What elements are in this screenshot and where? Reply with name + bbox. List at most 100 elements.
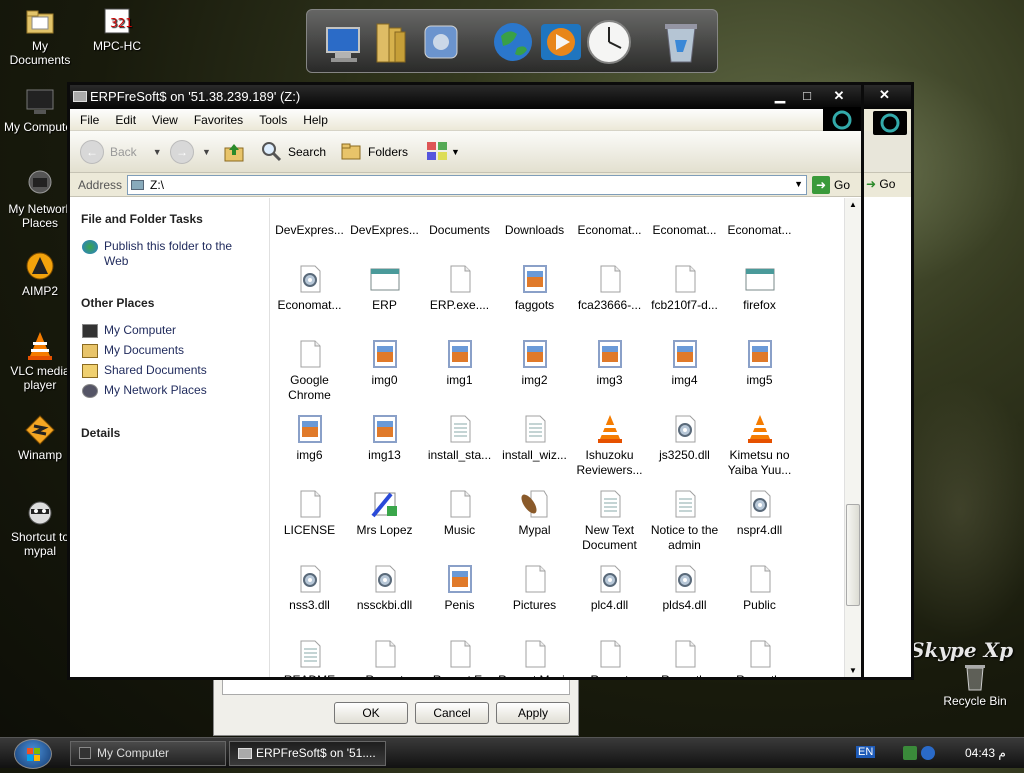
title-bar[interactable]: ERPFreSoft$ on '51.38.239.189' (Z:) ▁ □ … [70, 85, 861, 109]
back-button[interactable]: ← Back ▼ [80, 139, 162, 165]
explorer-window[interactable]: ERPFreSoft$ on '51.38.239.189' (Z:) ▁ □ … [67, 82, 864, 680]
file-item[interactable]: Downloads [497, 198, 572, 238]
other-place-network[interactable]: My Network Places [82, 383, 207, 398]
documents-icon[interactable] [369, 18, 417, 66]
file-item[interactable]: Kimetsu no Yaiba Yuu... [722, 413, 797, 478]
publish-web-link[interactable]: Publish this folder to the Web [82, 239, 252, 269]
file-item[interactable]: Penis [422, 563, 497, 613]
file-item[interactable]: Ishuzoku Reviewers... [572, 413, 647, 478]
file-item[interactable]: nspr4.dll [722, 488, 797, 538]
go-button[interactable]: ➜ Go [866, 177, 895, 191]
file-item[interactable]: nssckbi.dll [347, 563, 422, 613]
file-item[interactable]: plc4.dll [572, 563, 647, 613]
cancel-button[interactable]: Cancel [415, 702, 489, 724]
file-item[interactable]: img0 [347, 338, 422, 388]
properties-dialog[interactable]: OK Cancel Apply [213, 674, 579, 736]
file-item[interactable]: Public [722, 563, 797, 613]
file-item[interactable]: DevExpres... [347, 198, 422, 238]
file-item[interactable]: img3 [572, 338, 647, 388]
file-item[interactable]: Economat... [272, 263, 347, 313]
address-input[interactable]: Z:\ ▼ [127, 175, 807, 195]
taskbar-item-explorer[interactable]: ERPFreSoft$ on '51.... [229, 741, 386, 766]
close-button[interactable]: ✕ [828, 87, 850, 105]
menu-tools[interactable]: Tools [251, 109, 295, 131]
menu-edit[interactable]: Edit [107, 109, 144, 131]
file-item[interactable]: img13 [347, 413, 422, 463]
vertical-scrollbar[interactable]: ▲ ▼ [844, 198, 861, 677]
go-button[interactable]: ➜ Go [812, 175, 850, 195]
file-item[interactable]: Mrs Lopez [347, 488, 422, 538]
file-item[interactable]: img5 [722, 338, 797, 388]
desktop-icon-recycle-bin[interactable]: Recycle Bin [935, 660, 1015, 708]
language-indicator[interactable]: EN [856, 746, 876, 758]
file-item[interactable]: Mypal [497, 488, 572, 538]
other-place-shared-documents[interactable]: Shared Documents [82, 363, 207, 378]
file-item[interactable]: img2 [497, 338, 572, 388]
menu-favorites[interactable]: Favorites [186, 109, 251, 131]
folders-button[interactable]: Folders [340, 139, 408, 165]
file-item[interactable]: img4 [647, 338, 722, 388]
file-item[interactable]: nss3.dll [272, 563, 347, 613]
scroll-thumb[interactable] [846, 504, 860, 606]
chevron-down-icon[interactable]: ▼ [794, 179, 803, 189]
file-item[interactable]: LICENSE [272, 488, 347, 538]
file-item[interactable]: Recently Changed... [647, 638, 722, 677]
file-item[interactable]: Recent Document... [347, 638, 422, 677]
close-button[interactable]: ✕ [879, 87, 890, 103]
file-item[interactable]: fca23666-... [572, 263, 647, 313]
file-item[interactable]: install_sta... [422, 413, 497, 463]
views-button[interactable]: ▼ [426, 141, 460, 163]
file-item[interactable]: plds4.dll [647, 563, 722, 613]
file-item[interactable]: Music [422, 488, 497, 538]
file-item[interactable]: install_wiz... [497, 413, 572, 463]
taskbar-item-my-computer[interactable]: My Computer [70, 741, 226, 766]
file-item[interactable]: img1 [422, 338, 497, 388]
file-item[interactable]: firefox [722, 263, 797, 313]
other-place-my-documents[interactable]: My Documents [82, 343, 184, 358]
ok-button[interactable]: OK [334, 702, 408, 724]
apply-button[interactable]: Apply [496, 702, 570, 724]
file-item[interactable]: README [272, 638, 347, 677]
minimize-button[interactable]: ▁ [769, 87, 791, 105]
desktop-icon-mpc-hc[interactable]: 321 MPC-HC [77, 5, 157, 53]
network-tray-icon[interactable] [903, 746, 917, 760]
file-item[interactable]: Recent Music acc... [497, 638, 572, 677]
globe-icon[interactable] [489, 18, 537, 66]
volume-tray-icon[interactable] [921, 746, 935, 760]
file-item[interactable]: img6 [272, 413, 347, 463]
file-item[interactable]: ERP [347, 263, 422, 313]
clock-icon[interactable] [585, 18, 633, 66]
file-item[interactable]: faggots [497, 263, 572, 313]
network-icon[interactable] [417, 18, 465, 66]
file-item[interactable]: ERP.exe.... [422, 263, 497, 313]
file-item[interactable]: Recently Changed... [722, 638, 797, 677]
file-item[interactable]: New Text Document [572, 488, 647, 553]
desktop-icon-my-documents[interactable]: My Documents [0, 5, 80, 67]
file-item[interactable]: js3250.dll [647, 413, 722, 463]
file-item[interactable]: fcb210f7-d... [647, 263, 722, 313]
file-item[interactable]: Notice to the admin [647, 488, 722, 553]
file-item[interactable]: DevExpres... [272, 198, 347, 238]
file-item[interactable]: Economat... [647, 198, 722, 238]
file-item[interactable]: Google Chrome [272, 338, 347, 403]
search-button[interactable]: Search [260, 139, 326, 165]
file-item[interactable]: Documents [422, 198, 497, 238]
other-place-my-computer[interactable]: My Computer [82, 323, 176, 338]
file-item[interactable]: Pictures [497, 563, 572, 613]
computer-icon[interactable] [321, 18, 369, 66]
file-item[interactable]: Recent E-mail acc... [422, 638, 497, 677]
menu-help[interactable]: Help [295, 109, 336, 131]
recycle-bin-icon[interactable] [657, 18, 705, 66]
menu-file[interactable]: File [70, 109, 107, 131]
maximize-button[interactable]: □ [796, 87, 818, 105]
scroll-up-icon[interactable]: ▲ [849, 200, 857, 209]
file-item[interactable]: Recent Pictures a... [572, 638, 647, 677]
menu-view[interactable]: View [144, 109, 186, 131]
up-folder-button[interactable] [223, 141, 245, 163]
clock[interactable]: 04:43 م [965, 746, 1006, 760]
file-item[interactable]: Economat... [572, 198, 647, 238]
forward-button[interactable]: → ▼ [170, 139, 211, 165]
scroll-down-icon[interactable]: ▼ [849, 666, 857, 675]
start-button[interactable] [14, 739, 52, 769]
file-item[interactable]: Economat... [722, 198, 797, 238]
